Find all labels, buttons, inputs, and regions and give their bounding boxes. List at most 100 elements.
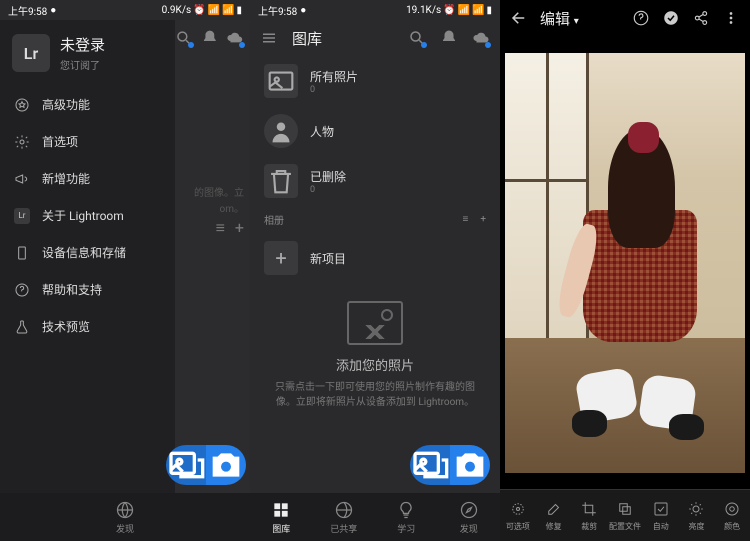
- nav-library[interactable]: 图库: [250, 493, 313, 541]
- bell-icon[interactable]: [201, 29, 219, 47]
- bell-icon[interactable]: [440, 29, 458, 47]
- bottom-nav: 图库 已共享 学习 发现: [250, 493, 500, 541]
- photos-icon: [264, 64, 298, 98]
- bulb-icon: [396, 500, 416, 520]
- drawer-about[interactable]: Lr关于 Lightroom: [0, 197, 175, 234]
- signal-icon: 📶: [208, 5, 220, 16]
- library-topbar: 图库: [250, 20, 500, 56]
- library-behind-drawer: ≡ + 的图像。立 om。 发现: [175, 20, 250, 541]
- plus-icon: +: [264, 241, 298, 275]
- fab-group: [166, 445, 246, 485]
- status-net: 0.9K/s: [162, 5, 191, 16]
- editor-toolbar: 可选项 修复 裁剪 配置文件 自动 亮度 颜色: [500, 489, 750, 541]
- alarm-icon: ⏰: [193, 5, 205, 16]
- editor-topbar: 编辑 ▾: [500, 0, 750, 36]
- subscription-status: 您订阅了: [60, 57, 105, 72]
- drawer-device[interactable]: 设备信息和存储: [0, 234, 175, 271]
- drawer-premium[interactable]: 高级功能: [0, 86, 175, 123]
- crop-icon: [580, 500, 598, 518]
- bottom-nav: 发现: [0, 493, 250, 541]
- star-icon: [14, 97, 30, 113]
- camera-fab[interactable]: [450, 445, 490, 485]
- add-album-icon[interactable]: +: [480, 214, 486, 225]
- status-dot-icon: ●: [300, 5, 306, 16]
- tool-selective[interactable]: 可选项: [500, 490, 536, 541]
- empty-photo-icon: [347, 301, 403, 345]
- brush-icon: [545, 500, 563, 518]
- add-photo-fab[interactable]: [410, 445, 450, 485]
- search-icon[interactable]: [408, 29, 426, 47]
- all-photos-item[interactable]: 所有照片0: [250, 56, 500, 106]
- search-icon[interactable]: [175, 29, 193, 47]
- nav-discover[interactable]: 发现: [0, 493, 250, 541]
- empty-state: 添加您的照片 只需点击一下即可使用您的照片制作有趣的图像。立即将新照片从设备添加…: [250, 301, 500, 410]
- grid-icon: [271, 500, 291, 520]
- tool-light[interactable]: 亮度: [679, 490, 715, 541]
- flask-icon: [14, 319, 30, 335]
- back-icon[interactable]: [510, 9, 528, 27]
- people-item[interactable]: 人物: [250, 106, 500, 156]
- tool-crop[interactable]: 裁剪: [571, 490, 607, 541]
- nav-learn[interactable]: 学习: [375, 493, 438, 541]
- help-icon[interactable]: [632, 9, 650, 27]
- tool-profile[interactable]: 配置文件: [607, 490, 643, 541]
- auto-icon: [652, 500, 670, 518]
- trash-icon: [264, 164, 298, 198]
- login-status: 未登录: [60, 34, 105, 55]
- battery-icon: ▮: [236, 5, 242, 16]
- nav-discover[interactable]: 发现: [438, 493, 501, 541]
- tool-color[interactable]: 颜色: [714, 490, 750, 541]
- color-icon: [723, 500, 741, 518]
- screen-library: 上午9:58● 19.1K/s⏰📶📶▮ 图库 所有照片0 人物 已删除0 相册 …: [250, 0, 500, 541]
- more-icon[interactable]: [722, 9, 740, 27]
- plus-icon[interactable]: +: [235, 218, 244, 238]
- status-time: 上午9:58: [8, 3, 47, 18]
- cloud-icon[interactable]: [472, 29, 490, 47]
- lr-logo-icon: Lr: [12, 34, 50, 72]
- albums-section-header: 相册 ≡+: [250, 206, 500, 233]
- new-album-item[interactable]: + 新项目: [250, 233, 500, 283]
- photo-preview: [505, 53, 745, 473]
- sort-icon[interactable]: ≡: [216, 218, 225, 238]
- megaphone-icon: [14, 171, 30, 187]
- tool-heal[interactable]: 修复: [536, 490, 572, 541]
- tool-auto[interactable]: 自动: [643, 490, 679, 541]
- library-title: 图库: [292, 28, 394, 49]
- wifi-icon: 📶: [222, 5, 234, 16]
- target-icon: [509, 500, 527, 518]
- empty-body: 只需点击一下即可使用您的照片制作有趣的图像。立即将新照片从设备添加到 Light…: [266, 380, 484, 410]
- nav-drawer: Lr 未登录 您订阅了 高级功能 首选项 新增功能 Lr关于 Lightroom…: [0, 20, 175, 541]
- drawer-preferences[interactable]: 首选项: [0, 123, 175, 160]
- globe-icon: [334, 500, 354, 520]
- cloud-icon[interactable]: [226, 29, 244, 47]
- lr-small-icon: Lr: [14, 208, 30, 224]
- gear-icon: [14, 134, 30, 150]
- menu-icon[interactable]: [260, 29, 278, 47]
- editor-title[interactable]: 编辑 ▾: [540, 8, 620, 29]
- people-icon: [264, 114, 298, 148]
- share-icon[interactable]: [692, 9, 710, 27]
- deleted-item[interactable]: 已删除0: [250, 156, 500, 206]
- fab-group: [410, 445, 490, 485]
- sort-icon[interactable]: ≡: [462, 214, 468, 225]
- add-photo-fab[interactable]: [166, 445, 206, 485]
- drawer-help[interactable]: 帮助和支持: [0, 271, 175, 308]
- globe-icon: [115, 500, 135, 520]
- screen-drawer: 上午9:58 ● 0.9K/s ⏰ 📶 📶 ▮ ≡ + 的图像。立 om。: [0, 0, 250, 541]
- check-icon[interactable]: [662, 9, 680, 27]
- camera-fab[interactable]: [206, 445, 246, 485]
- empty-title: 添加您的照片: [336, 355, 414, 374]
- profile-icon: [616, 500, 634, 518]
- drawer-header[interactable]: Lr 未登录 您订阅了: [0, 20, 175, 86]
- compass-icon: [459, 500, 479, 520]
- nav-shared[interactable]: 已共享: [313, 493, 376, 541]
- drawer-whatsnew[interactable]: 新增功能: [0, 160, 175, 197]
- status-bar: 上午9:58● 19.1K/s⏰📶📶▮: [250, 0, 500, 20]
- status-bar: 上午9:58 ● 0.9K/s ⏰ 📶 📶 ▮: [0, 0, 250, 20]
- editor-canvas[interactable]: [500, 36, 750, 489]
- drawer-techpreview[interactable]: 技术预览: [0, 308, 175, 345]
- status-dot-icon: ●: [50, 5, 56, 16]
- library-list: 所有照片0 人物 已删除0 相册 ≡+ + 新项目: [250, 56, 500, 283]
- light-icon: [687, 500, 705, 518]
- screen-editor: 编辑 ▾ 可选项 修复 裁剪 配置文件 自动 亮度 颜色: [500, 0, 750, 541]
